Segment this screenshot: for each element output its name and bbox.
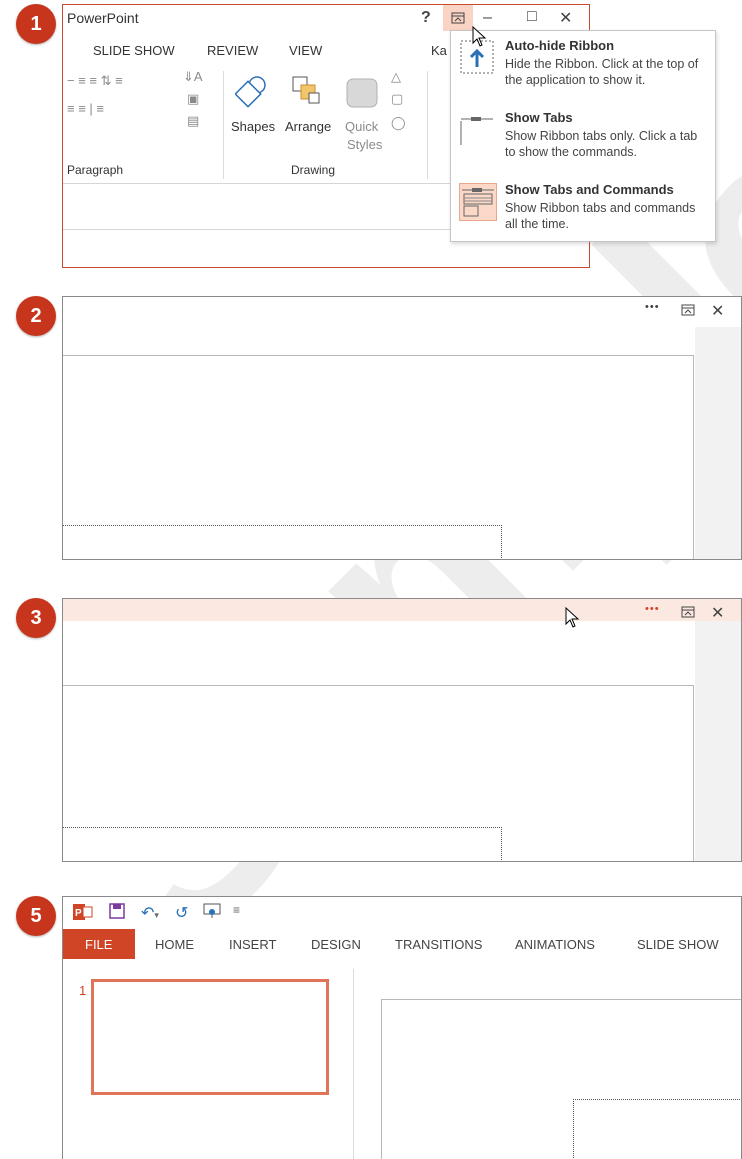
- svg-text:P: P: [75, 908, 82, 919]
- tab-slide-show[interactable]: SLIDE SHOW: [93, 43, 175, 58]
- shape-effects-icon[interactable]: ◯: [391, 115, 406, 131]
- paragraph-group-label: Paragraph: [67, 163, 124, 177]
- show-ribbon-bar[interactable]: [63, 599, 741, 621]
- menu-item-desc: Show Ribbon tabs and commands all the ti…: [505, 201, 696, 231]
- panel-full-ribbon: P ↶▾ ↺ ≡ FILE HOME INSERT DESIGN TRANSIT…: [62, 896, 742, 1159]
- powerpoint-logo-icon: P: [73, 903, 93, 926]
- menu-item-title: Show Tabs and Commands: [505, 182, 674, 197]
- tab-file[interactable]: FILE: [63, 929, 135, 959]
- menu-item-desc: Hide the Ribbon. Click at the top of the…: [505, 57, 699, 87]
- show-tabs-icon: [459, 111, 495, 147]
- placeholder-box: [63, 827, 502, 861]
- slide-number: 1: [79, 983, 87, 998]
- shape-fill-icon[interactable]: △: [391, 69, 401, 85]
- ribbon-tabs: FILE HOME INSERT DESIGN TRANSITIONS ANIM…: [63, 929, 741, 959]
- mouse-cursor-icon: [472, 26, 487, 47]
- indent-icon[interactable]: − ≡ ≡ ⇅ ≡: [67, 73, 123, 89]
- minimize-button[interactable]: –: [483, 9, 492, 27]
- ribbon-display-options-menu: Auto-hide Ribbon Hide the Ribbon. Click …: [450, 30, 716, 242]
- start-from-beginning-icon[interactable]: [203, 903, 221, 924]
- ribbon-display-options-button[interactable]: [681, 605, 695, 623]
- align-text-icon[interactable]: ▣: [187, 91, 199, 107]
- ribbon-options-icon: [681, 304, 695, 316]
- panel-auto-hidden-ribbon: ••• ✕: [62, 296, 742, 560]
- menu-item-title: Show Tabs: [505, 110, 573, 125]
- save-icon[interactable]: [109, 903, 125, 924]
- align-icons[interactable]: ≡ ≡ | ≡: [67, 101, 104, 116]
- quick-styles-icon: [346, 78, 378, 108]
- scroll-area: [695, 327, 741, 559]
- smartart-icon[interactable]: ▤: [187, 113, 199, 129]
- tab-view[interactable]: VIEW: [289, 43, 322, 58]
- close-button[interactable]: ✕: [559, 8, 572, 28]
- tab-animations[interactable]: ANIMATIONS: [515, 937, 595, 952]
- ribbon-options-icon: [681, 606, 695, 618]
- maximize-button[interactable]: □: [527, 8, 537, 26]
- shapes-icon: [235, 76, 266, 108]
- close-button[interactable]: ✕: [711, 603, 724, 623]
- ribbon-display-options-button[interactable]: [681, 303, 695, 321]
- show-tabs-and-commands-icon: [459, 183, 497, 221]
- tab-partial[interactable]: Ka: [431, 43, 447, 58]
- redo-icon[interactable]: ↺: [175, 903, 188, 923]
- close-button[interactable]: ✕: [711, 301, 724, 321]
- help-button[interactable]: ?: [421, 9, 431, 27]
- mouse-cursor-icon: [565, 607, 580, 628]
- menu-item-auto-hide-ribbon[interactable]: Auto-hide Ribbon Hide the Ribbon. Click …: [451, 31, 715, 97]
- more-icon[interactable]: •••: [645, 301, 660, 313]
- menu-item-show-tabs-and-commands[interactable]: Show Tabs and Commands Show Ribbon tabs …: [451, 175, 715, 241]
- arrange-icon: [292, 76, 320, 104]
- step-badge-3: 3: [16, 598, 56, 638]
- tab-home[interactable]: HOME: [155, 937, 194, 952]
- window-title: PowerPoint: [67, 10, 139, 26]
- tab-slide-show[interactable]: SLIDE SHOW: [637, 937, 719, 952]
- tab-design[interactable]: DESIGN: [311, 937, 361, 952]
- shape-outline-icon[interactable]: ▢: [391, 91, 403, 107]
- ribbon-display-options-button[interactable]: [443, 5, 473, 31]
- text-direction-icon[interactable]: ⇓A: [183, 69, 203, 85]
- quick-button[interactable]: Quick: [345, 119, 378, 134]
- slide-thumbnail[interactable]: [91, 979, 329, 1095]
- tab-file-label: FILE: [85, 937, 113, 952]
- arrange-button[interactable]: Arrange: [285, 119, 331, 134]
- styles-button[interactable]: Styles: [347, 137, 382, 152]
- menu-item-desc: Show Ribbon tabs only. Click a tab to sh…: [505, 129, 698, 159]
- tab-review[interactable]: REVIEW: [207, 43, 258, 58]
- step-badge-2: 2: [16, 296, 56, 336]
- shapes-button[interactable]: Shapes: [231, 119, 275, 134]
- tab-transitions[interactable]: TRANSITIONS: [395, 937, 482, 952]
- placeholder-box: [573, 1099, 741, 1159]
- menu-item-title: Auto-hide Ribbon: [505, 38, 615, 53]
- placeholder-box: [63, 525, 502, 559]
- menu-item-show-tabs[interactable]: Show Tabs Show Ribbon tabs only. Click a…: [451, 103, 715, 169]
- scroll-area: [695, 621, 741, 861]
- customize-qat-icon[interactable]: ≡: [233, 903, 240, 917]
- more-icon[interactable]: •••: [645, 603, 660, 615]
- step-badge-5: 5: [16, 896, 56, 936]
- undo-icon[interactable]: ↶▾: [141, 903, 159, 923]
- step-badge-1: 1: [16, 4, 56, 44]
- drawing-group-label: Drawing: [291, 163, 336, 177]
- ribbon-options-icon: [451, 12, 465, 24]
- tab-insert[interactable]: INSERT: [229, 937, 276, 952]
- panel-hover-top-bar: ••• ✕: [62, 598, 742, 862]
